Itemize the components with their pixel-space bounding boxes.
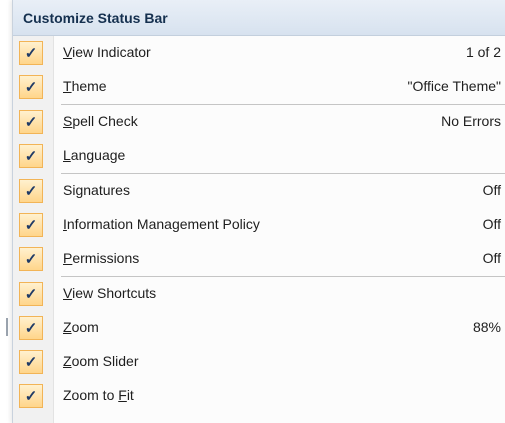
label-text: anguage: [70, 147, 126, 163]
label-mnemonic: F: [118, 387, 127, 403]
label-text: Si: [63, 182, 76, 198]
label-text: ermissions: [72, 250, 140, 266]
menu-item-view-shortcuts[interactable]: ✓ View Shortcuts: [13, 277, 505, 311]
label-mnemonic: S: [63, 113, 73, 129]
customize-status-bar-menu: Customize Status Bar ✓ View Indicator 1 of…: [12, 0, 505, 423]
label-mnemonic: T: [63, 78, 72, 94]
document-edge-mark: [6, 318, 8, 336]
menu-item-value: No Errors: [441, 113, 501, 129]
label-text: oom Slider: [71, 353, 139, 369]
checkmark-icon: ✓: [19, 75, 43, 99]
label-mnemonic: V: [63, 44, 73, 60]
label-text: it: [126, 387, 134, 403]
label-text: Zoom to: [63, 387, 119, 403]
checkmark-icon: ✓: [19, 316, 43, 340]
menu-item-label: View Shortcuts: [63, 285, 156, 301]
checkmark-icon: ✓: [19, 213, 43, 237]
menu-item-language[interactable]: ✓ Language: [13, 139, 505, 173]
menu-item-theme[interactable]: ✓ Theme "Office Theme": [13, 70, 505, 104]
label-text: oom: [71, 319, 99, 335]
menu-item-value: Off: [482, 182, 501, 198]
menu-item-signatures[interactable]: ✓ Signatures Off: [13, 174, 505, 208]
menu-item-label: Zoom: [63, 319, 99, 335]
label-text: iew Shortcuts: [72, 285, 157, 301]
label-text: iew Indicator: [72, 44, 151, 60]
document-edge: [0, 0, 12, 423]
label-mnemonic: L: [63, 147, 71, 163]
menu-item-label: Spell Check: [63, 113, 138, 129]
label-mnemonic: Z: [63, 353, 72, 369]
menu-item-spell-check[interactable]: ✓ Spell Check No Errors: [13, 105, 505, 139]
menu-title: Customize Status Bar: [13, 0, 505, 36]
menu-item-information-management-policy[interactable]: ✓ Information Management Policy Off: [13, 208, 505, 242]
menu-item-permissions[interactable]: ✓ Permissions Off: [13, 242, 505, 276]
checkmark-icon: ✓: [19, 247, 43, 271]
checkmark-icon: ✓: [19, 384, 43, 408]
label-text: natures: [83, 182, 130, 198]
menu-items: ✓ View Indicator 1 of 2 ✓ Theme "Office Theme…: [13, 36, 505, 423]
menu-item-label: Permissions: [63, 250, 139, 266]
menu-item-label: Theme: [63, 78, 107, 94]
menu-item-zoom-to-fit[interactable]: ✓ Zoom to Fit: [13, 379, 505, 413]
menu-item-value: 88%: [472, 319, 501, 335]
checkmark-icon: ✓: [19, 41, 43, 65]
checkmark-icon: ✓: [19, 110, 43, 134]
menu-item-value: "Office Theme": [407, 78, 501, 94]
checkmark-icon: ✓: [19, 282, 43, 306]
menu-item-label: Zoom Slider: [63, 353, 138, 369]
menu-item-zoom[interactable]: ✓ Zoom 88%: [13, 311, 505, 345]
menu-item-view-indicator[interactable]: ✓ View Indicator 1 of 2: [13, 36, 505, 70]
label-mnemonic: Z: [63, 319, 72, 335]
menu-item-label: Zoom to Fit: [63, 387, 134, 403]
label-mnemonic: V: [63, 285, 73, 301]
menu-item-label: Language: [63, 147, 125, 163]
checkmark-icon: ✓: [19, 350, 43, 374]
checkmark-icon: ✓: [19, 179, 43, 203]
menu-item-label: Information Management Policy: [63, 216, 260, 232]
menu-item-label: View Indicator: [63, 44, 151, 60]
menu-item-value: Off: [482, 216, 501, 232]
checkmark-icon: ✓: [19, 144, 43, 168]
label-mnemonic: P: [63, 250, 73, 266]
label-text: nformation Management Policy: [66, 216, 260, 232]
label-text: heme: [71, 78, 107, 94]
menu-item-zoom-slider[interactable]: ✓ Zoom Slider: [13, 345, 505, 379]
label-text: pell Check: [72, 113, 138, 129]
menu-item-value: 1 of 2: [465, 44, 501, 60]
menu-item-label: Signatures: [63, 182, 130, 198]
menu-item-value: Off: [482, 250, 501, 266]
